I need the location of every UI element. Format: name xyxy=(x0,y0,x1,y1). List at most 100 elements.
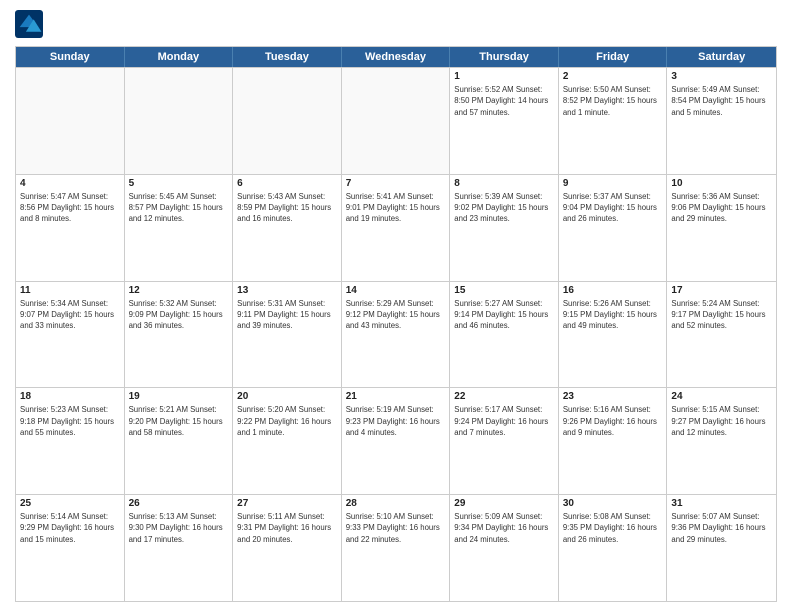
header-cell-thursday: Thursday xyxy=(450,47,559,67)
day-number: 1 xyxy=(454,71,554,82)
day-cell-29: 29 Sunrise: 5:09 AM Sunset: 9:34 PM Dayli… xyxy=(450,495,559,601)
day-number: 30 xyxy=(563,498,663,509)
day-cell-2: 2 Sunrise: 5:50 AM Sunset: 8:52 PM Daylig… xyxy=(559,68,668,174)
day-cell-4: 4Sunrise: 5:47 AM Sunset: 8:56 PM Daylig… xyxy=(16,175,125,281)
day-cell-17: 17Sunrise: 5:24 AM Sunset: 9:17 PM Dayli… xyxy=(667,282,776,388)
day-number: 20 xyxy=(237,391,337,402)
day-cell-13: 13Sunrise: 5:31 AM Sunset: 9:11 PM Dayli… xyxy=(233,282,342,388)
calendar-row-2: 4Sunrise: 5:47 AM Sunset: 8:56 PM Daylig… xyxy=(16,174,776,281)
day-info: Sunrise: 5:17 AM Sunset: 9:24 PM Dayligh… xyxy=(454,404,554,438)
header-cell-monday: Monday xyxy=(125,47,234,67)
day-number: 31 xyxy=(671,498,772,509)
day-info: Sunrise: 5:45 AM Sunset: 8:57 PM Dayligh… xyxy=(129,191,229,225)
day-info: Sunrise: 5:43 AM Sunset: 8:59 PM Dayligh… xyxy=(237,191,337,225)
empty-cell xyxy=(233,68,342,174)
day-cell-5: 5 Sunrise: 5:45 AM Sunset: 8:57 PM Daylig… xyxy=(125,175,234,281)
day-cell-28: 28 Sunrise: 5:10 AM Sunset: 9:33 PM Dayli… xyxy=(342,495,451,601)
day-cell-22: 22 Sunrise: 5:17 AM Sunset: 9:24 PM Dayli… xyxy=(450,388,559,494)
day-number: 2 xyxy=(563,71,663,82)
day-info: Sunrise: 5:50 AM Sunset: 8:52 PM Dayligh… xyxy=(563,84,663,118)
day-number: 9 xyxy=(563,178,663,189)
day-info: Sunrise: 5:10 AM Sunset: 9:33 PM Dayligh… xyxy=(346,511,446,545)
day-info: Sunrise: 5:08 AM Sunset: 9:35 PM Dayligh… xyxy=(563,511,663,545)
empty-cell xyxy=(16,68,125,174)
day-info: Sunrise: 5:52 AM Sunset: 8:50 PM Dayligh… xyxy=(454,84,554,118)
day-number: 24 xyxy=(671,391,772,402)
day-cell-12: 12Sunrise: 5:32 AM Sunset: 9:09 PM Dayli… xyxy=(125,282,234,388)
day-number: 17 xyxy=(671,285,772,296)
day-number: 22 xyxy=(454,391,554,402)
day-number: 4 xyxy=(20,178,120,189)
day-info: Sunrise: 5:23 AM Sunset: 9:18 PM Dayligh… xyxy=(20,404,120,438)
day-cell-18: 18Sunrise: 5:23 AM Sunset: 9:18 PM Dayli… xyxy=(16,388,125,494)
day-number: 25 xyxy=(20,498,120,509)
day-info: Sunrise: 5:09 AM Sunset: 9:34 PM Dayligh… xyxy=(454,511,554,545)
day-cell-14: 14Sunrise: 5:29 AM Sunset: 9:12 PM Dayli… xyxy=(342,282,451,388)
day-number: 26 xyxy=(129,498,229,509)
day-info: Sunrise: 5:41 AM Sunset: 9:01 PM Dayligh… xyxy=(346,191,446,225)
header xyxy=(15,10,777,38)
calendar: SundayMondayTuesdayWednesdayThursdayFrid… xyxy=(15,46,777,602)
day-cell-3: 3Sunrise: 5:49 AM Sunset: 8:54 PM Daylig… xyxy=(667,68,776,174)
day-number: 13 xyxy=(237,285,337,296)
day-number: 28 xyxy=(346,498,446,509)
day-number: 29 xyxy=(454,498,554,509)
day-number: 10 xyxy=(671,178,772,189)
day-info: Sunrise: 5:34 AM Sunset: 9:07 PM Dayligh… xyxy=(20,298,120,332)
day-info: Sunrise: 5:14 AM Sunset: 9:29 PM Dayligh… xyxy=(20,511,120,545)
day-cell-9: 9 Sunrise: 5:37 AM Sunset: 9:04 PM Daylig… xyxy=(559,175,668,281)
logo xyxy=(15,10,47,38)
day-number: 19 xyxy=(129,391,229,402)
header-cell-saturday: Saturday xyxy=(667,47,776,67)
day-info: Sunrise: 5:20 AM Sunset: 9:22 PM Dayligh… xyxy=(237,404,337,438)
day-number: 14 xyxy=(346,285,446,296)
header-cell-wednesday: Wednesday xyxy=(342,47,451,67)
day-cell-15: 15 Sunrise: 5:27 AM Sunset: 9:14 PM Dayli… xyxy=(450,282,559,388)
page: SundayMondayTuesdayWednesdayThursdayFrid… xyxy=(0,0,792,612)
day-number: 12 xyxy=(129,285,229,296)
day-cell-23: 23Sunrise: 5:16 AM Sunset: 9:26 PM Dayli… xyxy=(559,388,668,494)
day-number: 11 xyxy=(20,285,120,296)
empty-cell xyxy=(342,68,451,174)
calendar-body: 1 Sunrise: 5:52 AM Sunset: 8:50 PM Daylig… xyxy=(16,67,776,601)
day-info: Sunrise: 5:49 AM Sunset: 8:54 PM Dayligh… xyxy=(671,84,772,118)
calendar-row-3: 11 Sunrise: 5:34 AM Sunset: 9:07 PM Dayli… xyxy=(16,281,776,388)
day-cell-10: 10 Sunrise: 5:36 AM Sunset: 9:06 PM Dayli… xyxy=(667,175,776,281)
header-cell-sunday: Sunday xyxy=(16,47,125,67)
day-number: 5 xyxy=(129,178,229,189)
day-cell-7: 7 Sunrise: 5:41 AM Sunset: 9:01 PM Daylig… xyxy=(342,175,451,281)
day-number: 16 xyxy=(563,285,663,296)
day-cell-6: 6 Sunrise: 5:43 AM Sunset: 8:59 PM Daylig… xyxy=(233,175,342,281)
calendar-row-1: 1 Sunrise: 5:52 AM Sunset: 8:50 PM Daylig… xyxy=(16,67,776,174)
day-info: Sunrise: 5:16 AM Sunset: 9:26 PM Dayligh… xyxy=(563,404,663,438)
day-cell-8: 8 Sunrise: 5:39 AM Sunset: 9:02 PM Daylig… xyxy=(450,175,559,281)
day-info: Sunrise: 5:15 AM Sunset: 9:27 PM Dayligh… xyxy=(671,404,772,438)
day-cell-30: 30 Sunrise: 5:08 AM Sunset: 9:35 PM Dayli… xyxy=(559,495,668,601)
day-cell-19: 19 Sunrise: 5:21 AM Sunset: 9:20 PM Dayli… xyxy=(125,388,234,494)
day-cell-21: 21Sunrise: 5:19 AM Sunset: 9:23 PM Dayli… xyxy=(342,388,451,494)
day-info: Sunrise: 5:21 AM Sunset: 9:20 PM Dayligh… xyxy=(129,404,229,438)
day-number: 6 xyxy=(237,178,337,189)
day-cell-27: 27Sunrise: 5:11 AM Sunset: 9:31 PM Dayli… xyxy=(233,495,342,601)
day-cell-20: 20 Sunrise: 5:20 AM Sunset: 9:22 PM Dayli… xyxy=(233,388,342,494)
day-number: 15 xyxy=(454,285,554,296)
day-info: Sunrise: 5:37 AM Sunset: 9:04 PM Dayligh… xyxy=(563,191,663,225)
day-info: Sunrise: 5:27 AM Sunset: 9:14 PM Dayligh… xyxy=(454,298,554,332)
day-info: Sunrise: 5:39 AM Sunset: 9:02 PM Dayligh… xyxy=(454,191,554,225)
day-number: 8 xyxy=(454,178,554,189)
calendar-row-5: 25 Sunrise: 5:14 AM Sunset: 9:29 PM Dayli… xyxy=(16,494,776,601)
calendar-header: SundayMondayTuesdayWednesdayThursdayFrid… xyxy=(16,47,776,67)
day-cell-26: 26Sunrise: 5:13 AM Sunset: 9:30 PM Dayli… xyxy=(125,495,234,601)
day-info: Sunrise: 5:36 AM Sunset: 9:06 PM Dayligh… xyxy=(671,191,772,225)
header-cell-friday: Friday xyxy=(559,47,668,67)
day-number: 27 xyxy=(237,498,337,509)
day-cell-16: 16Sunrise: 5:26 AM Sunset: 9:15 PM Dayli… xyxy=(559,282,668,388)
day-cell-1: 1 Sunrise: 5:52 AM Sunset: 8:50 PM Daylig… xyxy=(450,68,559,174)
day-info: Sunrise: 5:07 AM Sunset: 9:36 PM Dayligh… xyxy=(671,511,772,545)
day-cell-11: 11 Sunrise: 5:34 AM Sunset: 9:07 PM Dayli… xyxy=(16,282,125,388)
empty-cell xyxy=(125,68,234,174)
day-cell-25: 25 Sunrise: 5:14 AM Sunset: 9:29 PM Dayli… xyxy=(16,495,125,601)
calendar-row-4: 18Sunrise: 5:23 AM Sunset: 9:18 PM Dayli… xyxy=(16,387,776,494)
day-info: Sunrise: 5:19 AM Sunset: 9:23 PM Dayligh… xyxy=(346,404,446,438)
day-number: 7 xyxy=(346,178,446,189)
